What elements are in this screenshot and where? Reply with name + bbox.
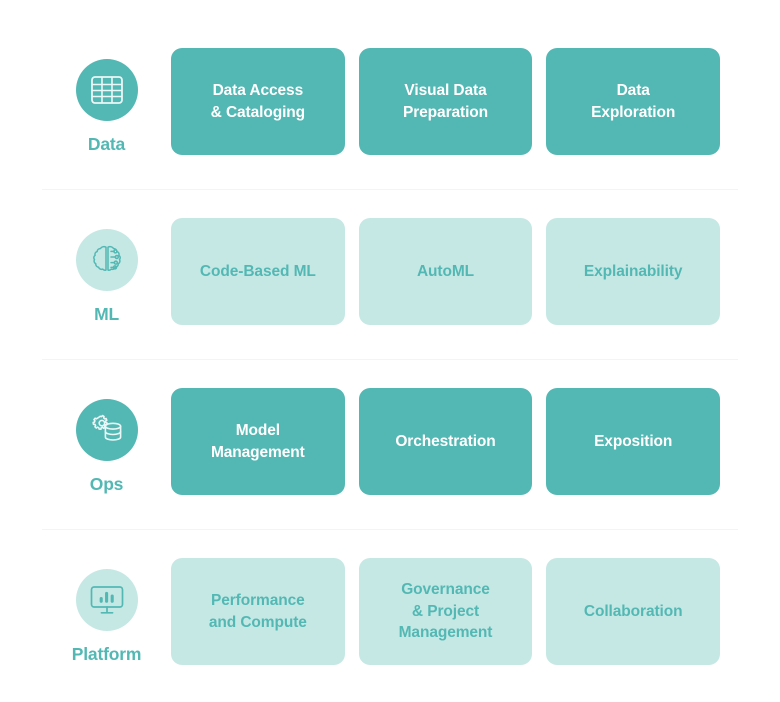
- card-automl[interactable]: AutoML: [358, 218, 533, 325]
- category-ops[interactable]: Ops: [42, 388, 171, 495]
- category-label: ML: [94, 304, 119, 324]
- card-orchestration[interactable]: Orchestration: [358, 388, 533, 495]
- matrix-row-ops: Ops Model Management Orchestration Exposi…: [0, 340, 780, 510]
- capability-matrix: Data Data Access & Cataloging Visual Data…: [0, 0, 780, 702]
- card-group-data: Data Access & Cataloging Visual Data Prepa…: [171, 48, 780, 155]
- card-label: Exposition: [594, 432, 673, 450]
- gear-database-icon: [89, 413, 125, 447]
- card-visual-data-preparation[interactable]: Visual Data Preparation: [358, 48, 533, 155]
- card-governance-project-management[interactable]: Governance & Project Management: [358, 558, 533, 665]
- card-data-access-cataloging[interactable]: Data Access & Cataloging: [171, 48, 345, 155]
- card-label: Model Management: [210, 421, 305, 461]
- card-explainability[interactable]: Explainability: [546, 218, 721, 325]
- category-label: Ops: [89, 474, 124, 494]
- category-icon-circle: [75, 399, 138, 461]
- matrix-row-ml: ML Code-Based ML AutoML Explainability: [0, 170, 780, 340]
- card-code-based-ml[interactable]: Code-Based ML: [171, 218, 345, 325]
- card-label: Governance & Project Management: [398, 580, 493, 642]
- card-label: Data Exploration: [591, 81, 676, 121]
- brain-circuit-icon: [90, 243, 124, 277]
- category-ml[interactable]: ML: [42, 218, 171, 325]
- card-collaboration[interactable]: Collaboration: [546, 558, 721, 665]
- card-label: Data Access & Cataloging: [210, 81, 306, 121]
- category-label: Platform: [71, 644, 142, 664]
- category-platform[interactable]: Platform: [42, 558, 171, 665]
- card-label: Orchestration: [395, 432, 496, 450]
- matrix-row-platform: Platform Performance and Compute Governan…: [0, 510, 780, 680]
- card-performance-and-compute[interactable]: Performance and Compute: [171, 558, 345, 665]
- category-icon-circle: [75, 229, 138, 291]
- card-label: Visual Data Preparation: [402, 81, 489, 121]
- category-icon-circle: [75, 569, 138, 631]
- card-group-platform: Performance and Compute Governance & Proje…: [171, 558, 780, 665]
- table-grid-icon: [90, 75, 124, 105]
- card-group-ops: Model Management Orchestration Exposition: [171, 388, 780, 495]
- card-label: Performance and Compute: [208, 591, 307, 631]
- card-label: AutoML: [416, 262, 475, 280]
- card-model-management[interactable]: Model Management: [171, 388, 345, 495]
- card-label: Collaboration: [583, 602, 683, 620]
- card-data-exploration[interactable]: Data Exploration: [546, 48, 721, 155]
- matrix-row-data: Data Data Access & Cataloging Visual Data…: [0, 0, 780, 170]
- card-group-ml: Code-Based ML AutoML Explainability: [171, 218, 780, 325]
- card-label: Code-Based ML: [199, 262, 316, 280]
- card-label: Explainability: [583, 262, 683, 280]
- category-icon-circle: [75, 59, 138, 121]
- card-exposition[interactable]: Exposition: [546, 388, 721, 495]
- monitor-barchart-icon: [89, 584, 125, 616]
- category-label: Data: [87, 134, 126, 154]
- category-data[interactable]: Data: [42, 48, 171, 155]
